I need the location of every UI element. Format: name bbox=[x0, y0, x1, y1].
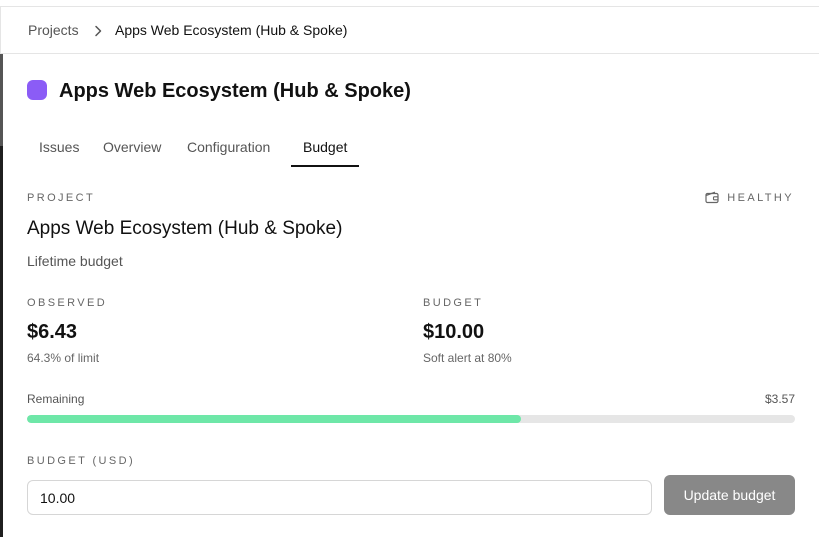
tab-configuration[interactable]: Configuration bbox=[175, 129, 282, 167]
tab-overview[interactable]: Overview bbox=[91, 129, 173, 167]
wallet-icon bbox=[705, 191, 719, 204]
tab-issues[interactable]: Issues bbox=[27, 129, 91, 167]
left-accent-rule-top bbox=[0, 54, 3, 146]
budget-type: Lifetime budget bbox=[27, 253, 123, 269]
observed-label: OBSERVED bbox=[27, 297, 108, 309]
status-badge: HEALTHY bbox=[705, 191, 794, 204]
remaining-value: $3.57 bbox=[764, 392, 795, 406]
project-color-swatch bbox=[27, 80, 47, 100]
remaining-label: Remaining bbox=[27, 392, 85, 406]
section-label: PROJECT bbox=[27, 192, 96, 204]
budget-progress-bar bbox=[27, 415, 795, 423]
budget-label: BUDGET bbox=[423, 297, 484, 309]
observed-percent: 64.3% of limit bbox=[27, 351, 100, 365]
update-budget-button[interactable]: Update budget bbox=[664, 475, 795, 515]
app-window: Projects Apps Web Ecosystem (Hub & Spoke… bbox=[0, 0, 819, 537]
breadcrumb-current: Apps Web Ecosystem (Hub & Spoke) bbox=[115, 22, 348, 38]
budget-input[interactable] bbox=[27, 480, 652, 515]
status-text: HEALTHY bbox=[727, 191, 794, 204]
project-name: Apps Web Ecosystem (Hub & Spoke) bbox=[27, 218, 343, 239]
observed-value: $6.43 bbox=[27, 321, 78, 343]
tab-bar: Issues Overview Configuration Budget bbox=[27, 129, 387, 167]
tab-budget[interactable]: Budget bbox=[291, 129, 360, 167]
budget-progress-fill bbox=[27, 415, 521, 423]
page-title: Apps Web Ecosystem (Hub & Spoke) bbox=[59, 80, 411, 102]
soft-alert-note: Soft alert at 80% bbox=[423, 351, 512, 365]
chevron-right-icon bbox=[95, 25, 102, 37]
breadcrumb-projects-link[interactable]: Projects bbox=[28, 22, 79, 38]
budget-input-label: BUDGET (USD) bbox=[27, 455, 136, 467]
budget-value: $10.00 bbox=[423, 321, 485, 343]
breadcrumb: Projects Apps Web Ecosystem (Hub & Spoke… bbox=[0, 6, 819, 54]
